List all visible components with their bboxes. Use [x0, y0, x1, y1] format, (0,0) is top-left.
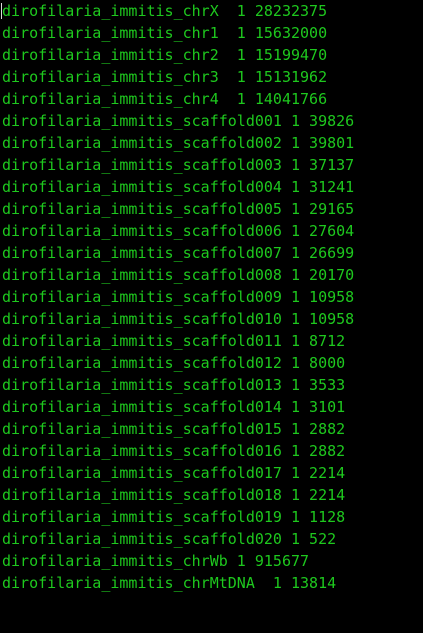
terminal-line: dirofilaria_immitis_scaffold002 1 39801	[2, 134, 355, 152]
terminal-line: dirofilaria_immitis_scaffold011 1 8712	[2, 332, 346, 350]
terminal-line: dirofilaria_immitis_scaffold018 1 2214	[2, 486, 346, 504]
terminal-line: dirofilaria_immitis_scaffold001 1 39826	[2, 112, 355, 130]
terminal-line: dirofilaria_immitis_scaffold004 1 31241	[2, 178, 355, 196]
terminal-line: dirofilaria_immitis_chrMtDNA 1 13814	[2, 574, 337, 592]
terminal-output: dirofilaria_immitis_chrX 1 28232375 diro…	[2, 0, 354, 594]
terminal-line: dirofilaria_immitis_scaffold016 1 2882	[2, 442, 346, 460]
terminal-line: dirofilaria_immitis_chrWb 1 915677	[2, 552, 310, 570]
terminal-line: dirofilaria_immitis_scaffold005 1 29165	[2, 200, 355, 218]
terminal-line: dirofilaria_immitis_scaffold014 1 3101	[2, 398, 346, 416]
terminal-line: dirofilaria_immitis_chr3 1 15131962	[2, 68, 328, 86]
terminal-line: dirofilaria_immitis_chr4 1 14041766	[2, 90, 328, 108]
terminal-line: dirofilaria_immitis_scaffold015 1 2882	[2, 420, 346, 438]
terminal-line: dirofilaria_immitis_chr2 1 15199470	[2, 46, 328, 64]
terminal-line: dirofilaria_immitis_scaffold020 1 522	[2, 530, 337, 548]
terminal-line: dirofilaria_immitis_scaffold017 1 2214	[2, 464, 346, 482]
terminal-line: dirofilaria_immitis_scaffold010 1 10958	[2, 310, 355, 328]
terminal-line: dirofilaria_immitis_scaffold006 1 27604	[2, 222, 355, 240]
terminal-line: dirofilaria_immitis_scaffold008 1 20170	[2, 266, 355, 284]
terminal-line: dirofilaria_immitis_scaffold012 1 8000	[2, 354, 346, 372]
terminal-line: dirofilaria_immitis_scaffold009 1 10958	[2, 288, 355, 306]
terminal-line: dirofilaria_immitis_scaffold013 1 3533	[2, 376, 346, 394]
terminal-line: dirofilaria_immitis_chr1 1 15632000	[2, 24, 328, 42]
terminal-line: dirofilaria_immitis_scaffold007 1 26699	[2, 244, 355, 262]
terminal-line: dirofilaria_immitis_scaffold019 1 1128	[2, 508, 346, 526]
terminal-window[interactable]: dirofilaria_immitis_chrX 1 28232375 diro…	[0, 0, 423, 633]
terminal-line: dirofilaria_immitis_scaffold003 1 37137	[2, 156, 355, 174]
terminal-line: dirofilaria_immitis_chrX 1 28232375	[2, 2, 328, 20]
